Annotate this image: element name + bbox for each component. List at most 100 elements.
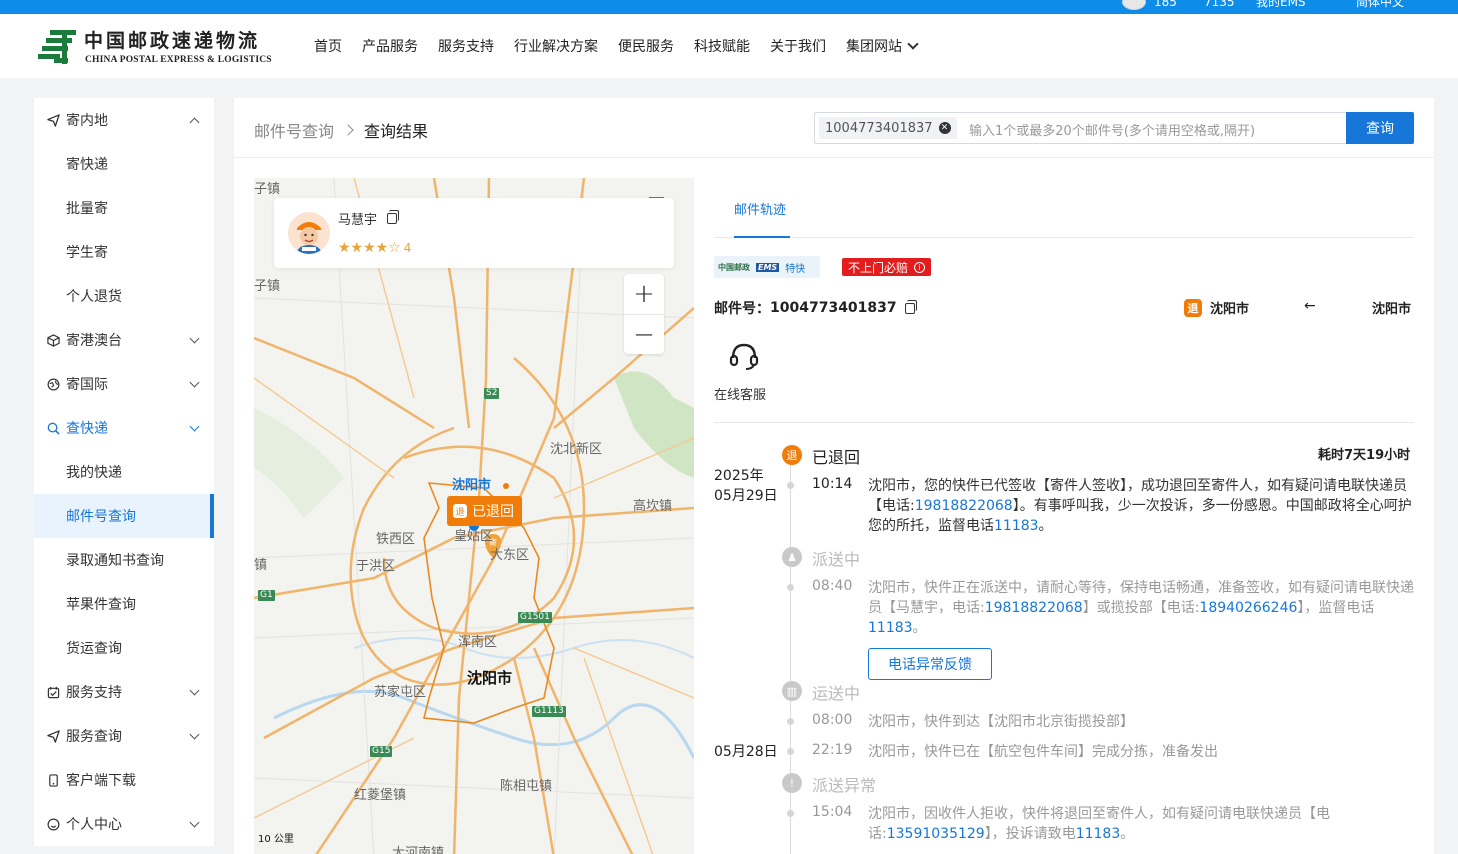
phone-feedback-button[interactable]: 电话异常反馈 xyxy=(868,648,992,680)
breadcrumb: 邮件号查询 查询结果 xyxy=(254,118,428,142)
sidebar-item-app-download[interactable]: 客户端下载 xyxy=(34,758,214,802)
timeline-dot xyxy=(787,810,794,817)
phone-link[interactable]: 13591035129 xyxy=(887,826,985,842)
sidebar-item-batch-send[interactable]: 批量寄 xyxy=(34,186,214,230)
search-input[interactable]: 输入1个或最多20个邮件号(多个请用空格或,隔开) xyxy=(969,120,1255,139)
phone-link[interactable]: 19818822068 xyxy=(985,600,1083,616)
hotline-link[interactable]: 11183 xyxy=(994,518,1039,534)
sidebar-item-international[interactable]: 寄国际 xyxy=(34,362,214,406)
nav-products[interactable]: 产品服务 xyxy=(362,36,418,56)
returned-location-badge[interactable]: 退 已退回 xyxy=(447,496,522,526)
phone-link[interactable]: 18940266246 xyxy=(1199,600,1297,616)
map-label: 于洪区 xyxy=(356,559,396,574)
online-support-label[interactable]: 在线客服 xyxy=(714,384,766,403)
map-label: 陈相屯镇 xyxy=(500,779,553,794)
status-in-transit: 运送中 xyxy=(812,684,861,703)
top-count-1[interactable]: 185 xyxy=(1154,0,1177,8)
nav-support[interactable]: 服务支持 xyxy=(438,36,494,56)
breadcrumb-current: 查询结果 xyxy=(364,122,429,141)
nav-tech[interactable]: 科技赋能 xyxy=(694,36,750,56)
user-icon xyxy=(46,817,60,831)
main-panel: 邮件号查询 查询结果 1004773401837 ✕ 输入1个或最多20个邮件号… xyxy=(234,98,1434,854)
map-label: 高坎镇 xyxy=(633,499,673,514)
zoom-in-button[interactable]: + xyxy=(624,274,664,314)
event-text-part: 。 xyxy=(1120,826,1135,842)
user-avatar[interactable] xyxy=(1122,0,1146,10)
tracking-number-tag: 1004773401837 ✕ xyxy=(819,117,957,139)
nav-solutions[interactable]: 行业解决方案 xyxy=(514,36,598,56)
event-text: 沈阳市，快件正在派送中，请耐心等待，保持电话畅通，准备签收，如有疑问请电联快递员… xyxy=(868,578,1416,638)
copy-icon[interactable] xyxy=(387,210,400,224)
event-text-part: 。 xyxy=(1038,518,1053,534)
hotline-link[interactable]: 11183 xyxy=(1076,826,1121,842)
event-text-part: 】，监督电话 xyxy=(1297,600,1375,616)
chevron-down-icon xyxy=(189,685,200,696)
star-icons: ★★★★☆ xyxy=(338,240,401,256)
tab-underline xyxy=(734,236,790,238)
map-scale-text: 10 公里 xyxy=(258,834,294,845)
breadcrumb-parent[interactable]: 邮件号查询 xyxy=(254,118,334,142)
event-time: 10:14 xyxy=(812,476,853,492)
hotline-link[interactable]: 11183 xyxy=(868,620,913,636)
guarantee-badge[interactable]: 不上门必赔 i xyxy=(842,258,932,276)
sidebar-item-apple-query[interactable]: 苹果件查询 xyxy=(34,582,214,626)
nav-home[interactable]: 首页 xyxy=(314,36,342,56)
phone-link[interactable]: 19818822068 xyxy=(915,498,1013,514)
sidebar-item-my-express[interactable]: 我的快递 xyxy=(34,450,214,494)
sidebar-item-service-support[interactable]: 服务支持 xyxy=(34,670,214,714)
event-time: 08:40 xyxy=(812,578,853,594)
close-icon[interactable]: ✕ xyxy=(938,122,951,134)
brand-ems: EMS xyxy=(756,262,780,272)
sidebar-item-student-send[interactable]: 学生寄 xyxy=(34,230,214,274)
sidebar-item-personal-center[interactable]: 个人中心 xyxy=(34,802,214,846)
tracking-value: 1004773401837 xyxy=(770,300,897,316)
search-button[interactable]: 查询 xyxy=(1346,112,1414,144)
route-destination: 沈阳市 xyxy=(1372,302,1412,317)
copy-icon[interactable] xyxy=(904,299,917,314)
chevron-down-icon xyxy=(189,421,200,432)
sidebar-item-admission-letter[interactable]: 录取通知书查询 xyxy=(34,538,214,582)
timeline-day: 05月28日 xyxy=(714,744,778,760)
logo[interactable]: 中国邮政速递物流 CHINA POSTAL EXPRESS & LOGISTIC… xyxy=(38,26,272,70)
nav-convenience[interactable]: 便民服务 xyxy=(618,36,674,56)
nav-about[interactable]: 关于我们 xyxy=(770,36,826,56)
sidebar-item-service-query[interactable]: 服务查询 xyxy=(34,714,214,758)
map-scale: 10 公里 xyxy=(258,830,294,845)
search-icon xyxy=(46,421,60,435)
sidebar-item-freight-query[interactable]: 货运查询 xyxy=(34,626,214,670)
map-label-city-main: 沈阳市 xyxy=(467,669,513,687)
map-zoom-control: + − xyxy=(624,274,664,354)
language-switch[interactable]: 简体中文 xyxy=(1356,0,1404,8)
courier-name-text: 马慧宇 xyxy=(338,213,378,228)
logo-text-cn: 中国邮政速递物流 xyxy=(84,30,261,52)
event-time: 22:19 xyxy=(812,742,853,758)
map-label: 子镇 xyxy=(254,182,281,197)
sidebar-item-label: 货运查询 xyxy=(66,641,122,657)
chevron-down-icon xyxy=(189,729,200,740)
online-support-button[interactable] xyxy=(714,338,774,378)
tracking-map[interactable]: 寄 子镇 子镇 沈北新区 沈阳市 高坎镇 铁西区 于洪区 皇姑区 大东区 浑南区… xyxy=(254,178,694,854)
my-ems-link[interactable]: 我的EMS xyxy=(1256,0,1306,8)
phone-icon xyxy=(46,773,60,787)
sidebar-item-tracking-query[interactable]: 邮件号查询 xyxy=(34,494,214,538)
timeline-dot xyxy=(787,748,794,755)
main-nav: 首页 产品服务 服务支持 行业解决方案 便民服务 科技赋能 关于我们 集团网站 xyxy=(314,36,937,56)
sidebar-item-hk-mo-tw[interactable]: 寄港澳台 xyxy=(34,318,214,362)
nav-group-sites[interactable]: 集团网站 xyxy=(846,36,919,56)
tracking-search: 1004773401837 ✕ 输入1个或最多20个邮件号(多个请用空格或,隔开… xyxy=(814,112,1414,144)
guarantee-label: 不上门必赔 xyxy=(848,260,909,275)
status-delivering: 派送中 xyxy=(812,550,861,569)
sidebar-item-send-express[interactable]: 寄快递 xyxy=(34,142,214,186)
zoom-out-button[interactable]: − xyxy=(624,315,664,355)
top-strip: 185 7135 我的EMS 简体中文 xyxy=(0,0,1458,14)
top-count-2[interactable]: 7135 xyxy=(1204,0,1235,8)
chevron-up-icon xyxy=(189,117,200,128)
ems-logo: 中国邮政 EMS 特快 xyxy=(714,256,820,278)
sidebar-item-personal-return[interactable]: 个人退货 xyxy=(34,274,214,318)
sidebar-item-send-domestic[interactable]: 寄内地 xyxy=(34,98,214,142)
sidebar-item-track[interactable]: 查快递 xyxy=(34,406,214,450)
chevron-right-icon xyxy=(342,124,354,136)
courier-avatar xyxy=(288,212,330,254)
tab-mail-track[interactable]: 邮件轨迹 xyxy=(734,199,786,218)
divider xyxy=(234,157,1434,158)
